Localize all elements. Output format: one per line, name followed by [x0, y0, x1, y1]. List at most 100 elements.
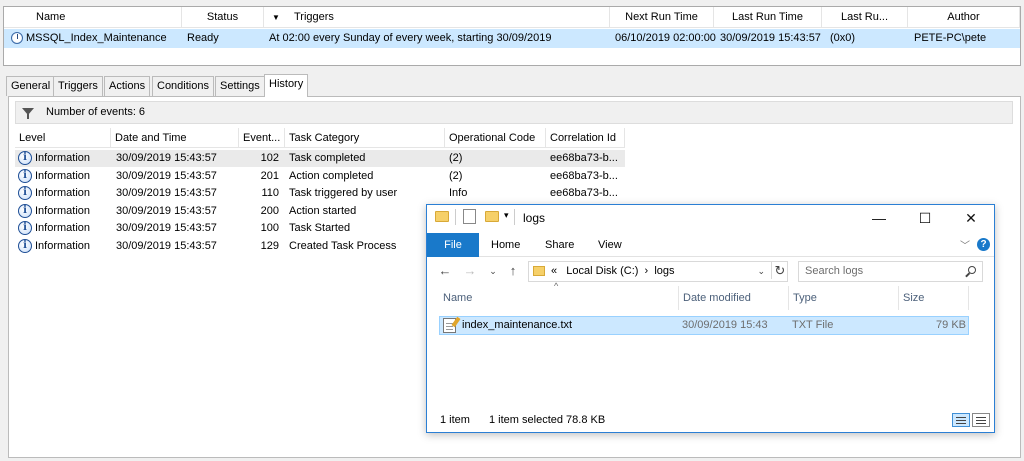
task-list-header: Name Status Triggers ▼ Next Run Time Las… [4, 7, 1020, 28]
event-level: Information [35, 205, 91, 217]
task-row[interactable]: MSSQL_Index_Maintenance Ready At 02:00 e… [4, 29, 1020, 48]
event-category: Task triggered by user [289, 187, 398, 199]
column-header-next-run[interactable]: Next Run Time [610, 7, 714, 28]
event-datetime: 30/09/2019 15:43:57 [116, 152, 217, 164]
tab-general[interactable]: General [6, 76, 56, 96]
column-header-op-code[interactable]: Operational Code [445, 128, 546, 148]
event-category: Action started [289, 205, 357, 217]
column-header-date-modified[interactable]: Date modified [679, 286, 789, 310]
breadcrumb-local-disk[interactable]: Local Disk (C:) [566, 265, 638, 277]
column-header-last-run[interactable]: Last Run Time [714, 7, 822, 28]
event-category: Task Started [289, 222, 351, 234]
close-button[interactable]: ✕ [948, 205, 994, 231]
column-header-task-category[interactable]: Task Category [285, 128, 445, 148]
history-row[interactable]: i Information 30/09/2019 15:43:57 102 Ta… [15, 150, 625, 167]
history-row[interactable]: i Information 30/09/2019 15:43:57 201 Ac… [15, 168, 625, 185]
filter-icon[interactable] [22, 108, 34, 119]
tab-actions[interactable]: Actions [104, 76, 151, 96]
file-name[interactable]: index_maintenance.txt [462, 317, 572, 334]
details-view-icon[interactable] [952, 413, 970, 427]
column-header-triggers[interactable]: Triggers [264, 7, 610, 28]
column-header-type[interactable]: Type [789, 286, 899, 310]
quick-access-dropdown-icon[interactable]: ▾ [504, 210, 509, 221]
properties-icon[interactable] [463, 209, 476, 224]
task-name: MSSQL_Index_Maintenance [26, 32, 167, 44]
new-folder-icon[interactable] [485, 211, 499, 222]
event-category: Created Task Process [289, 240, 397, 252]
expand-ribbon-icon[interactable]: ﹀ [960, 237, 970, 252]
column-header-name[interactable]: Name [4, 7, 182, 28]
event-op-code: (2) [449, 170, 463, 182]
event-level: Information [35, 222, 91, 234]
file-explorer-window: ▾ logs — ☐ ✕ File Home Share View ﹀ ? ← … [426, 204, 995, 433]
information-icon: i [18, 204, 32, 218]
column-header-datetime[interactable]: Date and Time [111, 128, 239, 148]
tab-triggers[interactable]: Triggers [53, 76, 103, 96]
minimize-button[interactable]: — [856, 205, 902, 231]
selection-info: 1 item selected 78.8 KB [489, 414, 606, 426]
forward-button[interactable]: → [462, 262, 478, 280]
toolbar-divider [455, 209, 456, 225]
breadcrumb-logs[interactable]: logs [654, 265, 674, 277]
item-count: 1 item [440, 414, 470, 426]
folder-icon [435, 211, 449, 222]
maximize-button[interactable]: ☐ [902, 205, 948, 231]
large-icons-view-icon[interactable] [972, 413, 990, 427]
toolbar-divider [514, 209, 515, 225]
information-icon: i [18, 151, 32, 165]
file-type: TXT File [792, 319, 834, 331]
text-file-icon [443, 318, 456, 333]
column-header-event-id[interactable]: Event... [239, 128, 285, 148]
ribbon-tab-view[interactable]: View [588, 233, 632, 257]
column-header-level[interactable]: Level [15, 128, 111, 148]
file-row[interactable]: index_maintenance.txt 30/09/2019 15:43 T… [439, 316, 969, 335]
event-datetime: 30/09/2019 15:43:57 [116, 170, 217, 182]
history-row[interactable]: i Information 30/09/2019 15:43:57 110 Ta… [15, 185, 625, 202]
column-header-author[interactable]: Author [908, 7, 1020, 28]
navigation-bar: ← → ⌄ ↑ « Local Disk (C:) › logs ⌄ ↻ Sea… [427, 259, 994, 283]
up-button[interactable]: ↑ [505, 262, 521, 280]
task-triggers: At 02:00 every Sunday of every week, sta… [269, 32, 552, 44]
task-author: PETE-PC\pete [914, 32, 987, 44]
refresh-button[interactable]: ↻ [771, 262, 788, 279]
search-icon [968, 266, 976, 274]
history-header: Level Date and Time Event... Task Catego… [15, 128, 625, 148]
column-header-status[interactable]: Status [182, 7, 264, 28]
ribbon-tab-file[interactable]: File [427, 233, 479, 257]
address-dropdown-icon[interactable]: ⌄ [757, 262, 765, 281]
folder-icon [533, 266, 545, 276]
address-overflow[interactable]: « [551, 265, 557, 277]
recent-locations-icon[interactable]: ⌄ [485, 262, 501, 280]
window-title: logs [523, 211, 546, 225]
information-icon: i [18, 169, 32, 183]
address-bar[interactable]: « Local Disk (C:) › logs ⌄ [528, 261, 788, 282]
scheduled-task-icon [11, 32, 23, 44]
task-list: Name Status Triggers ▼ Next Run Time Las… [3, 6, 1021, 66]
information-icon: i [18, 239, 32, 253]
task-last-run: 30/09/2019 15:43:57 [720, 32, 821, 44]
column-header-correlation[interactable]: Correlation Id [546, 128, 625, 148]
file-list-header: Name Date modified Type Size [439, 286, 984, 310]
column-header-name[interactable]: Name [439, 286, 679, 310]
help-icon[interactable]: ? [977, 238, 990, 251]
breadcrumb-separator[interactable]: › [645, 265, 649, 277]
tab-history[interactable]: History [264, 74, 309, 97]
column-header-last-result[interactable]: Last Ru... [822, 7, 908, 28]
event-level: Information [35, 170, 91, 182]
column-header-size[interactable]: Size [899, 286, 969, 310]
event-category: Action completed [289, 170, 374, 182]
tab-conditions[interactable]: Conditions [152, 76, 214, 96]
event-id: 200 [260, 205, 279, 217]
tab-settings[interactable]: Settings [215, 76, 265, 96]
task-next-run: 06/10/2019 02:00:00 [615, 32, 716, 44]
back-button[interactable]: ← [437, 262, 453, 280]
explorer-titlebar[interactable]: ▾ logs — ☐ ✕ [427, 205, 994, 231]
event-id: 110 [261, 187, 279, 199]
events-toolbar: Number of events: 6 [15, 101, 1013, 124]
search-box[interactable]: Search logs [798, 261, 983, 282]
events-count: Number of events: 6 [46, 106, 146, 118]
event-correlation: ee68ba73-b... [550, 187, 618, 199]
ribbon-tab-share[interactable]: Share [535, 233, 584, 257]
address-path: « Local Disk (C:) › logs [551, 262, 675, 281]
ribbon-tab-home[interactable]: Home [481, 233, 530, 257]
